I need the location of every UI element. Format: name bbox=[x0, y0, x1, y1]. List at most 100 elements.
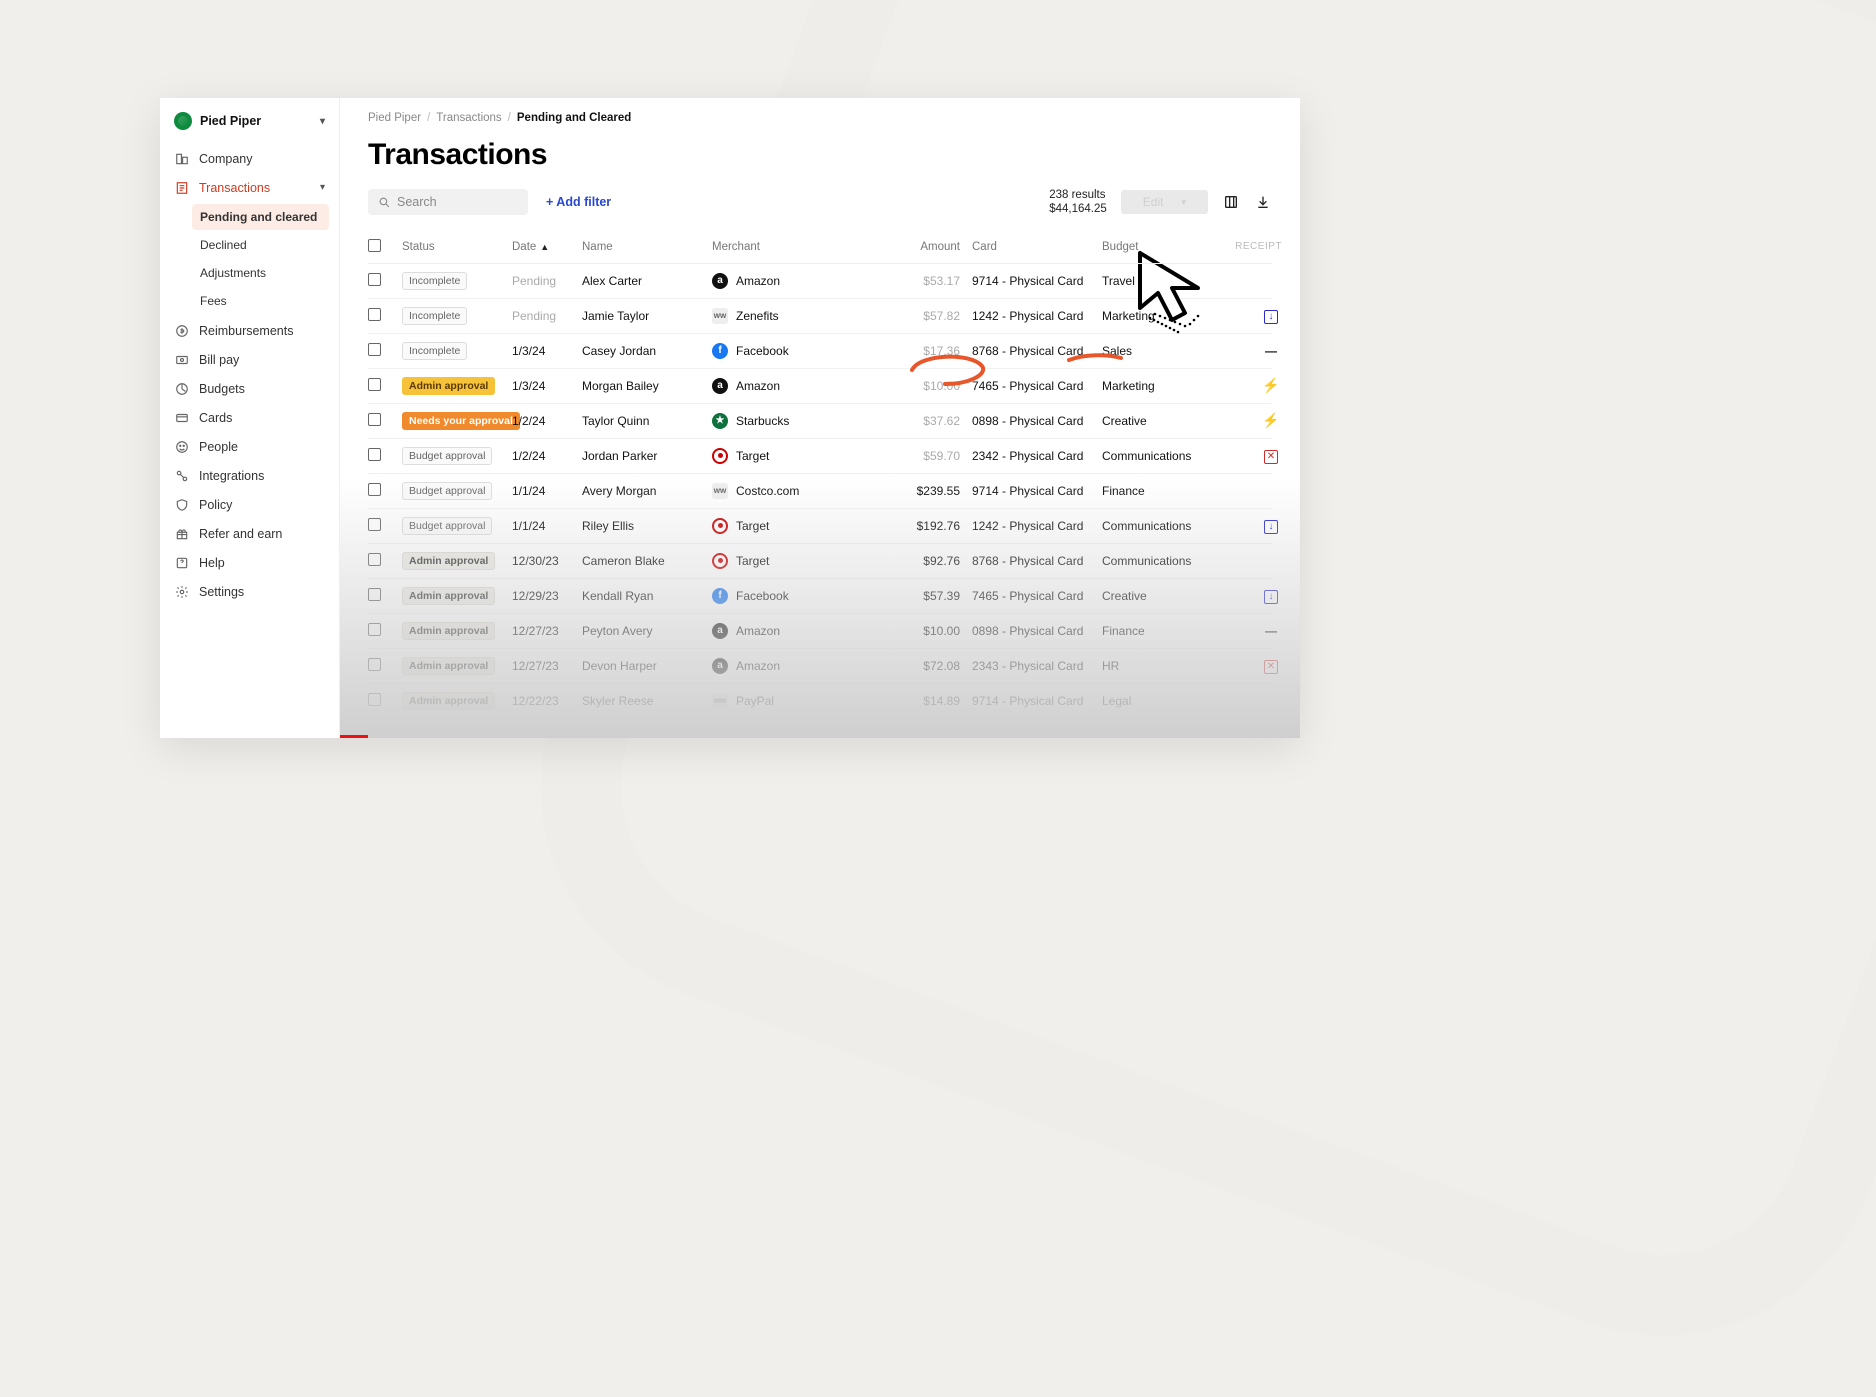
col-name[interactable]: Name bbox=[582, 241, 712, 253]
row-checkbox[interactable] bbox=[368, 378, 381, 391]
status-badge: Budget approval bbox=[402, 482, 492, 500]
nav-help[interactable]: Help bbox=[160, 548, 339, 577]
search-icon bbox=[378, 196, 391, 209]
cell-date: Pending bbox=[512, 309, 582, 323]
table-row[interactable]: Admin approval12/22/23Skyler ReesewwPayP… bbox=[368, 684, 1272, 719]
cell-card: 1242 - Physical Card bbox=[972, 519, 1102, 533]
row-checkbox[interactable] bbox=[368, 343, 381, 356]
toolbar: Search + Add filter 238 results $44,164.… bbox=[368, 188, 1272, 217]
cell-merchant: aAmazon bbox=[712, 658, 882, 674]
cell-receipt[interactable]: ⚡ bbox=[1222, 379, 1282, 394]
cell-receipt[interactable]: ↓ bbox=[1222, 308, 1282, 324]
table-row[interactable]: Needs your approval1/2/24Taylor Quinn★St… bbox=[368, 404, 1272, 439]
row-checkbox[interactable] bbox=[368, 693, 381, 706]
row-checkbox[interactable] bbox=[368, 308, 381, 321]
gear-icon bbox=[174, 584, 189, 599]
search-input[interactable]: Search bbox=[368, 189, 528, 215]
select-all-checkbox[interactable] bbox=[368, 239, 381, 252]
cell-receipt[interactable]: ✕ bbox=[1222, 658, 1282, 674]
nav-cards[interactable]: Cards bbox=[160, 403, 339, 432]
subnav-declined[interactable]: Declined bbox=[192, 232, 329, 258]
cell-receipt[interactable]: — bbox=[1222, 344, 1282, 358]
budgets-icon bbox=[174, 381, 189, 396]
status-badge: Incomplete bbox=[402, 307, 467, 325]
merchant-logo-icon: a bbox=[712, 623, 728, 639]
cell-amount: $53.17 bbox=[882, 274, 972, 288]
app-window: Pied Piper ▾ Company Transactions ▾ Pend… bbox=[160, 98, 1300, 738]
cell-receipt[interactable]: — bbox=[1222, 624, 1282, 638]
cell-card: 7465 - Physical Card bbox=[972, 379, 1102, 393]
status-badge: Admin approval bbox=[402, 377, 495, 395]
table-row[interactable]: Admin approval12/29/23Kendall RyanfFaceb… bbox=[368, 579, 1272, 614]
cell-merchant: Target bbox=[712, 553, 882, 569]
org-switcher[interactable]: Pied Piper ▾ bbox=[160, 108, 339, 144]
row-checkbox[interactable] bbox=[368, 273, 381, 286]
chevron-down-icon: ▾ bbox=[320, 182, 325, 193]
col-card[interactable]: Card bbox=[972, 241, 1102, 253]
col-merchant[interactable]: Merchant bbox=[712, 241, 882, 253]
col-amount[interactable]: Amount bbox=[882, 241, 972, 253]
cell-receipt[interactable]: ↓ bbox=[1222, 518, 1282, 534]
table-row[interactable]: Admin approval12/27/23Peyton AveryaAmazo… bbox=[368, 614, 1272, 649]
nav-integrations[interactable]: Integrations bbox=[160, 461, 339, 490]
nav-budgets[interactable]: Budgets bbox=[160, 374, 339, 403]
nav-company[interactable]: Company bbox=[160, 144, 339, 173]
col-date[interactable]: Date▲ bbox=[512, 241, 582, 253]
breadcrumb-current: Pending and Cleared bbox=[517, 112, 631, 124]
cell-receipt[interactable]: ↓ bbox=[1222, 588, 1282, 604]
cell-name: Jamie Taylor bbox=[582, 309, 712, 323]
row-checkbox[interactable] bbox=[368, 483, 381, 496]
table-row[interactable]: Admin approval12/30/23Cameron BlakeTarge… bbox=[368, 544, 1272, 579]
cell-receipt[interactable]: ⚡ bbox=[1222, 414, 1282, 429]
reimbursements-icon bbox=[174, 323, 189, 338]
cell-amount: $72.08 bbox=[882, 659, 972, 673]
cell-amount: $57.82 bbox=[882, 309, 972, 323]
caret-down-icon: ▾ bbox=[320, 116, 325, 127]
nav-refer-earn[interactable]: Refer and earn bbox=[160, 519, 339, 548]
table-row[interactable]: Admin approval12/27/23Devon HarperaAmazo… bbox=[368, 649, 1272, 684]
table-row[interactable]: Admin approval1/3/24Morgan BaileyaAmazon… bbox=[368, 369, 1272, 404]
row-checkbox[interactable] bbox=[368, 553, 381, 566]
org-name: Pied Piper bbox=[200, 114, 261, 128]
status-badge: Admin approval bbox=[402, 692, 495, 710]
row-checkbox[interactable] bbox=[368, 413, 381, 426]
merchant-logo-icon: ww bbox=[712, 483, 728, 499]
row-checkbox[interactable] bbox=[368, 588, 381, 601]
breadcrumb-org[interactable]: Pied Piper bbox=[368, 112, 421, 124]
cell-receipt[interactable]: ✕ bbox=[1222, 448, 1282, 464]
table-row[interactable]: Budget approval1/2/24Jordan ParkerTarget… bbox=[368, 439, 1272, 474]
merchant-logo-icon: ww bbox=[712, 693, 728, 709]
nav-settings[interactable]: Settings bbox=[160, 577, 339, 606]
edit-button[interactable]: Edit ▾ bbox=[1121, 190, 1208, 214]
org-logo-icon bbox=[174, 112, 192, 130]
nav-transactions[interactable]: Transactions ▾ bbox=[160, 173, 339, 202]
columns-icon[interactable] bbox=[1222, 193, 1240, 211]
row-checkbox[interactable] bbox=[368, 623, 381, 636]
cell-date: 1/3/24 bbox=[512, 379, 582, 393]
merchant-logo-icon bbox=[712, 518, 728, 534]
cell-name: Riley Ellis bbox=[582, 519, 712, 533]
add-filter-button[interactable]: + Add filter bbox=[546, 195, 611, 209]
table-row[interactable]: Budget approval1/1/24Riley EllisTarget$1… bbox=[368, 509, 1272, 544]
col-receipt[interactable]: RECEIPT bbox=[1222, 241, 1282, 252]
breadcrumb-section[interactable]: Transactions bbox=[436, 112, 501, 124]
col-budget[interactable]: Budget bbox=[1102, 241, 1222, 253]
cell-name: Kendall Ryan bbox=[582, 589, 712, 603]
nav-reimbursements[interactable]: Reimbursements bbox=[160, 316, 339, 345]
download-icon[interactable] bbox=[1254, 193, 1272, 211]
table-row[interactable]: Budget approval1/1/24Avery MorganwwCostc… bbox=[368, 474, 1272, 509]
row-checkbox[interactable] bbox=[368, 448, 381, 461]
nav-policy[interactable]: Policy bbox=[160, 490, 339, 519]
row-checkbox[interactable] bbox=[368, 658, 381, 671]
col-status[interactable]: Status bbox=[402, 241, 512, 253]
cell-name: Skyler Reese bbox=[582, 694, 712, 708]
nav-people[interactable]: People bbox=[160, 432, 339, 461]
merchant-logo-icon: a bbox=[712, 273, 728, 289]
row-checkbox[interactable] bbox=[368, 518, 381, 531]
subnav-fees[interactable]: Fees bbox=[192, 288, 329, 314]
cell-merchant: Target bbox=[712, 448, 882, 464]
nav-bill-pay[interactable]: Bill pay bbox=[160, 345, 339, 374]
subnav-pending-cleared[interactable]: Pending and cleared bbox=[192, 204, 329, 230]
cell-amount: $239.55 bbox=[882, 484, 972, 498]
subnav-adjustments[interactable]: Adjustments bbox=[192, 260, 329, 286]
